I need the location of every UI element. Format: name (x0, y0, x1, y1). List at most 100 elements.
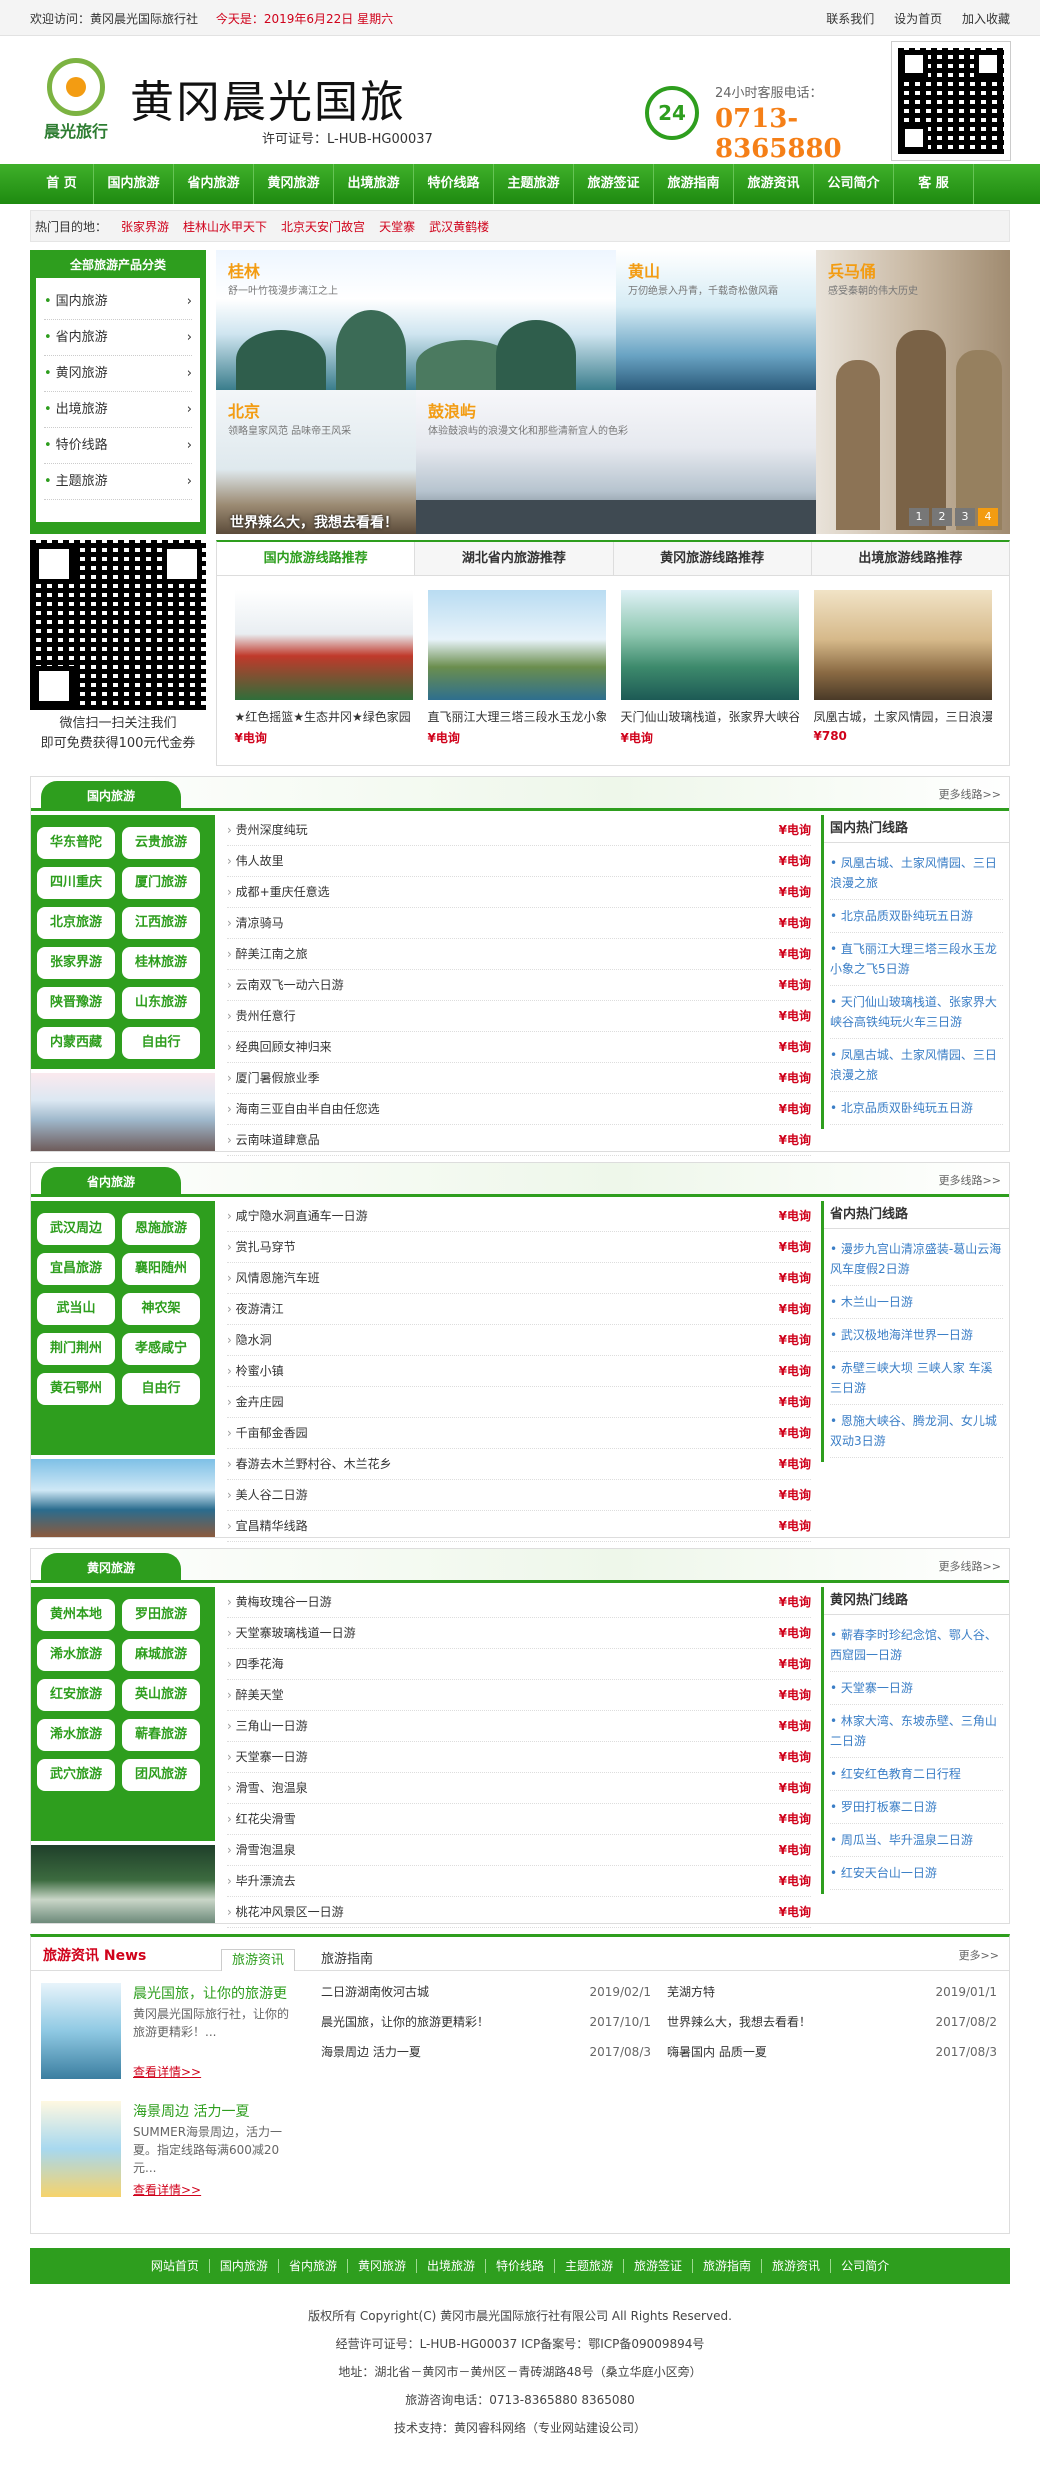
hot-route-link[interactable]: 红安天台山一日游 (830, 1857, 1003, 1890)
route-image[interactable] (813, 590, 992, 700)
route-card[interactable]: ★红色摇篮★生态井冈★绿色家园 ¥电询 (227, 590, 420, 746)
route-name[interactable]: 海南三亚自由半自由任您选 (227, 1094, 380, 1124)
subcategory-button[interactable]: 北京旅游 (37, 907, 115, 939)
route-name[interactable]: 天门仙山玻璃栈道，张家界大峡谷 (621, 708, 799, 725)
more-routes-link[interactable]: 更多线路>> (939, 1172, 1001, 1188)
route-name[interactable]: 金卉庄园 (227, 1387, 284, 1417)
route-name[interactable]: 夜游清江 (227, 1294, 284, 1324)
add-favorite-link[interactable]: 加入收藏 (962, 12, 1010, 26)
pager-dot[interactable]: 3 (955, 508, 975, 526)
featured-title[interactable]: 晨光国旅，让你的旅游更 (133, 1983, 287, 2003)
hot-link[interactable]: 北京天安门故宫 (281, 218, 365, 235)
route-name[interactable]: 成都+重庆任意选 (227, 877, 330, 907)
subcategory-button[interactable]: 厦门旅游 (122, 867, 200, 899)
route-name[interactable]: 直飞丽江大理三塔三段水玉龙小象 (428, 708, 606, 725)
route-image[interactable] (427, 590, 606, 700)
route-name[interactable]: 黄梅玫瑰谷一日游 (227, 1587, 332, 1617)
news-row[interactable]: 世界辣么大，我想去看看！ 2017/08/2 (667, 2007, 997, 2037)
route-name[interactable]: 赏扎马穿节 (227, 1232, 296, 1262)
route-name[interactable]: 美人谷二日游 (227, 1480, 308, 1510)
hot-route-link[interactable]: 直飞丽江大理三塔三段水玉龙小象之飞5日游 (830, 933, 1003, 986)
route-name[interactable]: 清凉骑马 (227, 908, 284, 938)
subcategory-button[interactable]: 襄阳随州 (122, 1253, 200, 1285)
nav-item[interactable]: 首 页 (30, 164, 94, 204)
subcategory-button[interactable]: 麻城旅游 (122, 1639, 200, 1671)
subcategory-button[interactable]: 武汉周边 (37, 1213, 115, 1245)
subcategory-button[interactable]: 自由行 (122, 1027, 200, 1059)
subcategory-button[interactable]: 红安旅游 (37, 1679, 115, 1711)
route-row[interactable]: 柃蜜小镇 ¥电询 (227, 1356, 811, 1387)
route-row[interactable]: 三角山一日游 ¥电询 (227, 1711, 811, 1742)
route-row[interactable]: 金卉庄园 ¥电询 (227, 1387, 811, 1418)
footer-nav-link[interactable]: 旅游指南 (693, 2259, 763, 2273)
route-name[interactable]: 滑雪、泡温泉 (227, 1773, 308, 1803)
hot-route-link[interactable]: 天门仙山玻璃栈道、张家界大峡谷高铁纯玩火车三日游 (830, 986, 1003, 1039)
hot-link[interactable]: 武汉黄鹤楼 (429, 218, 489, 235)
hot-route-link[interactable]: 罗田打板寨二日游 (830, 1791, 1003, 1824)
route-row[interactable]: 美人谷二日游 ¥电询 (227, 1480, 811, 1511)
route-name[interactable]: 柃蜜小镇 (227, 1356, 284, 1386)
route-row[interactable]: 隐水洞 ¥电询 (227, 1325, 811, 1356)
route-name[interactable]: 桃花冲风景区一日游 (227, 1897, 344, 1927)
footer-nav-link[interactable]: 特价线路 (486, 2259, 555, 2273)
tab-outbound[interactable]: 出境旅游线路推荐 (812, 542, 1009, 575)
route-row[interactable]: 贵州深度纯玩 ¥电询 (227, 815, 811, 846)
route-name[interactable]: 贵州深度纯玩 (227, 815, 308, 845)
news-title[interactable]: 晨光国旅，让你的旅游更精彩！ (321, 2007, 489, 2037)
banner-tile-guilin[interactable]: 桂林 舒一叶竹筏漫步漓江之上 (216, 250, 616, 390)
logo[interactable]: 晨光旅行 (36, 58, 116, 142)
route-name[interactable]: 醉美天堂 (227, 1680, 284, 1710)
route-card[interactable]: 直飞丽江大理三塔三段水玉龙小象 ¥电询 (420, 590, 613, 746)
footer-nav-link[interactable]: 旅游签证 (624, 2259, 694, 2273)
nav-item[interactable]: 主题旅游 (494, 164, 574, 204)
route-name[interactable]: 红花尖滑雪 (227, 1804, 296, 1834)
footer-nav-link[interactable]: 省内旅游 (279, 2259, 348, 2273)
more-routes-link[interactable]: 更多线路>> (939, 786, 1001, 802)
news-title[interactable]: 二日游湖南攸河古城 (321, 1977, 429, 2007)
hot-route-link[interactable]: 赤壁三峡大坝 三峡人家 车溪三日游 (830, 1352, 1003, 1405)
nav-item[interactable]: 黄冈旅游 (254, 164, 334, 204)
read-more-link[interactable]: 查看详情>> (133, 2063, 201, 2080)
route-name[interactable]: 四季花海 (227, 1649, 284, 1679)
route-name[interactable]: 天堂寨一日游 (227, 1742, 308, 1772)
nav-item[interactable]: 旅游资讯 (734, 164, 814, 204)
route-name[interactable]: 隐水洞 (227, 1325, 272, 1355)
footer-nav-link[interactable]: 主题旅游 (555, 2259, 625, 2273)
route-image[interactable] (234, 590, 413, 700)
subcategory-button[interactable]: 黄州本地 (37, 1599, 115, 1631)
nav-item[interactable]: 出境旅游 (334, 164, 414, 204)
subcategory-button[interactable]: 宜昌旅游 (37, 1253, 115, 1285)
subcategory-button[interactable]: 孝感咸宁 (122, 1333, 200, 1365)
subcategory-button[interactable]: 陕晋豫游 (37, 987, 115, 1019)
route-image[interactable] (620, 590, 799, 700)
hot-route-link[interactable]: 北京品质双卧纯玩五日游 (830, 1092, 1003, 1125)
route-row[interactable]: 清凉骑马 ¥电询 (227, 908, 811, 939)
subcategory-button[interactable]: 恩施旅游 (122, 1213, 200, 1245)
route-name[interactable]: 云南味道肆意品 (227, 1125, 320, 1155)
route-name[interactable]: 贵州任意行 (227, 1001, 296, 1031)
route-row[interactable]: 贵州任意行 ¥电询 (227, 1001, 811, 1032)
nav-item[interactable]: 特价线路 (414, 164, 494, 204)
hot-route-link[interactable]: 红安红色教育二日行程 (830, 1758, 1003, 1791)
news-row[interactable]: 芜湖方特 2019/01/1 (667, 1977, 997, 2007)
tab-huanggang[interactable]: 黄冈旅游线路推荐 (614, 542, 812, 575)
route-name[interactable]: 咸宁隐水洞直通车一日游 (227, 1201, 368, 1231)
route-row[interactable]: 伟人故里 ¥电询 (227, 846, 811, 877)
route-card[interactable]: 凤凰古城，土家风情园，三日浪漫 ¥780 (806, 590, 999, 746)
route-name[interactable]: 三角山一日游 (227, 1711, 308, 1741)
category-item[interactable]: 出境旅游 › (44, 392, 192, 428)
footer-nav-link[interactable]: 黄冈旅游 (348, 2259, 417, 2273)
subcategory-button[interactable]: 武当山 (37, 1293, 115, 1325)
hot-link[interactable]: 张家界游 (121, 218, 169, 235)
subcategory-button[interactable]: 云贵旅游 (122, 827, 200, 859)
hot-route-link[interactable]: 凤凰古城、土家风情园、三日浪漫之旅 (830, 847, 1003, 900)
route-row[interactable]: 海南三亚自由半自由任您选 ¥电询 (227, 1094, 811, 1125)
route-name[interactable]: ★红色摇篮★生态井冈★绿色家园 (235, 708, 413, 725)
contact-link[interactable]: 联系我们 (826, 12, 874, 26)
route-row[interactable]: 云南味道肆意品 ¥电询 (227, 1125, 811, 1156)
subcategory-button[interactable]: 英山旅游 (122, 1679, 200, 1711)
route-row[interactable]: 桃花冲风景区一日游 ¥电询 (227, 1897, 811, 1928)
route-row[interactable]: 红花尖滑雪 ¥电询 (227, 1804, 811, 1835)
tab-hubei[interactable]: 湖北省内旅游推荐 (415, 542, 614, 575)
route-name[interactable]: 滑雪泡温泉 (227, 1835, 296, 1865)
